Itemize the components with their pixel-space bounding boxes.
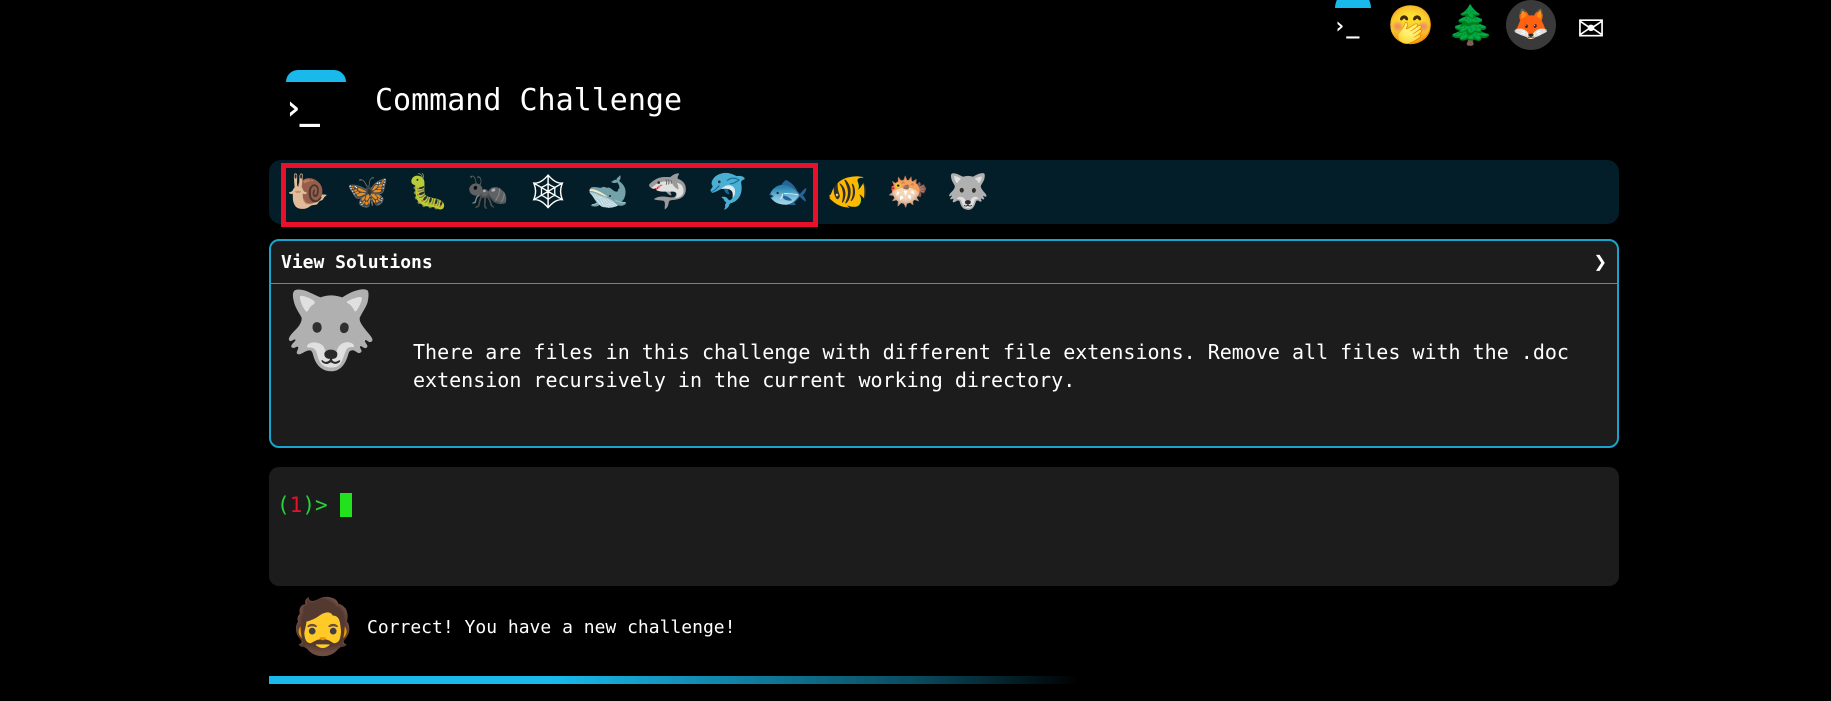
level-spider-web-icon[interactable]: 🕸 [524, 168, 572, 216]
level-dolphin-icon[interactable]: 🐬 [704, 168, 752, 216]
level-shark-icon[interactable]: 🦈 [644, 168, 692, 216]
level-blowfish-icon[interactable]: 🐡 [884, 168, 932, 216]
level-wolf-icon[interactable]: 🐺 [944, 168, 992, 216]
prompt-close: )> [302, 493, 328, 517]
avatar: 🧔 [289, 595, 357, 658]
level-caterpillar-icon[interactable]: 🐛 [404, 168, 452, 216]
level-butterfly-icon[interactable]: 🦋 [344, 168, 392, 216]
level-snail-icon[interactable]: 🐌 [284, 168, 332, 216]
level-whale-icon[interactable]: 🐋 [584, 168, 632, 216]
challenge-description: There are files in this challenge with d… [413, 340, 1569, 392]
prompt-number: 1 [289, 493, 303, 517]
wolf-icon: 🐺 [283, 285, 378, 374]
solutions-title: View Solutions [281, 251, 433, 273]
feedback-message: Correct! You have a new challenge! [367, 616, 736, 638]
level-fish-icon[interactable]: 🐟 [764, 168, 812, 216]
solutions-header[interactable]: View Solutions ❯ [271, 241, 1617, 284]
page-header: ›_ Command Challenge [283, 70, 682, 130]
fox-glyph: 🦊 [1512, 7, 1550, 42]
chevron-right-icon[interactable]: ❯ [1594, 250, 1607, 275]
challenge-body: 🐺 There are files in this challenge with… [271, 284, 1617, 402]
terminal-logo-icon[interactable]: ›_ [283, 70, 347, 130]
feedback: 🧔 Correct! You have a new challenge! [289, 600, 735, 654]
level-ant-icon[interactable]: 🐜 [464, 168, 512, 216]
prompt-open-paren: ( [277, 493, 290, 517]
top-nav: ›_ 🤭 🌲 🦊 ✉ [1326, 0, 1616, 50]
level-bar: 🐌 🦋 🐛 🐜 🕸 🐋 🦈 🐬 🐟 🐠 🐡 🐺 [269, 160, 1619, 227]
envelope-icon[interactable]: ✉ [1566, 0, 1616, 50]
solutions-panel: View Solutions ❯ 🐺 There are files in th… [269, 239, 1619, 448]
progress-bar [269, 676, 1079, 684]
prompt-line[interactable]: (1)> [277, 493, 352, 517]
terminal[interactable]: (1)> [269, 467, 1619, 586]
terminal-logo-icon[interactable]: ›_ [1326, 0, 1376, 50]
level-tropical-fish-icon[interactable]: 🐠 [824, 168, 872, 216]
gitlab-icon[interactable]: 🦊 [1506, 0, 1556, 50]
page-title: Command Challenge [375, 82, 683, 118]
level-icons: 🐌 🦋 🐛 🐜 🕸 🐋 🦈 🐬 🐟 🐠 🐡 🐺 [284, 168, 992, 216]
terminal-cursor[interactable] [339, 493, 352, 517]
face-with-hand-over-mouth-icon[interactable]: 🤭 [1386, 0, 1436, 50]
evergreen-tree-icon[interactable]: 🌲 [1446, 0, 1496, 50]
